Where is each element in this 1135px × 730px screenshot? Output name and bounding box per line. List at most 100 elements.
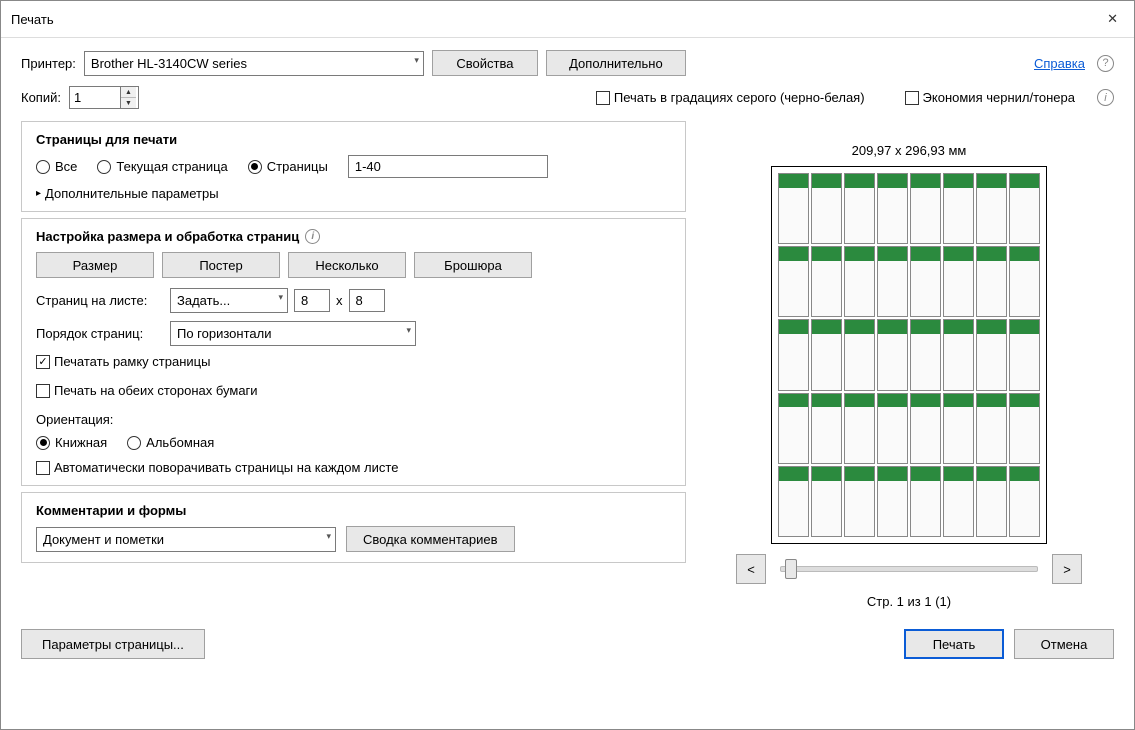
auto-rotate-checkbox[interactable]: Автоматически поворачивать страницы на к… [36, 460, 671, 475]
checkbox-icon [596, 91, 610, 105]
comments-panel: Комментарии и формы Документ и пометки ▾… [21, 492, 686, 563]
radio-icon [97, 160, 111, 174]
grayscale-label: Печать в градациях серого (черно-белая) [614, 90, 865, 105]
next-page-button[interactable]: > [1052, 554, 1082, 584]
preview-thumb [844, 246, 875, 317]
radio-current[interactable]: Текущая страница [97, 159, 227, 174]
panel-title: Комментарии и формы [36, 503, 671, 518]
preview-slider[interactable] [780, 566, 1038, 572]
radio-icon [36, 160, 50, 174]
booklet-tab-button[interactable]: Брошюра [414, 252, 532, 278]
print-preview [771, 166, 1047, 544]
more-options-toggle[interactable]: ▸ Дополнительные параметры [36, 186, 671, 201]
slider-thumb[interactable] [785, 559, 797, 579]
grayscale-checkbox[interactable]: Печать в градациях серого (черно-белая) [596, 90, 865, 105]
preview-thumb [844, 466, 875, 537]
preview-thumb [778, 466, 809, 537]
printer-label: Принтер: [21, 56, 76, 71]
radio-icon [248, 160, 262, 174]
preview-thumb [811, 173, 842, 244]
window-title: Печать [11, 12, 54, 27]
checkbox-icon [905, 91, 919, 105]
copies-input[interactable] [70, 87, 120, 108]
preview-thumb [844, 173, 875, 244]
copies-spinner[interactable]: ▲ ▼ [69, 86, 139, 109]
comments-value: Документ и пометки [43, 532, 164, 547]
duplex-checkbox[interactable]: Печать на обеих сторонах бумаги [36, 383, 671, 398]
radio-all[interactable]: Все [36, 159, 77, 174]
chevron-down-icon: ▾ [278, 292, 283, 303]
radio-portrait[interactable]: Книжная [36, 435, 107, 450]
preview-thumb [976, 319, 1007, 390]
preview-thumb [1009, 173, 1040, 244]
spinner-up-icon[interactable]: ▲ [121, 87, 136, 98]
preview-thumb [910, 319, 941, 390]
per-sheet-value: Задать... [177, 293, 230, 308]
size-tab-button[interactable]: Размер [36, 252, 154, 278]
per-sheet-label: Страниц на листе: [36, 293, 164, 308]
radio-current-label: Текущая страница [116, 159, 227, 174]
prev-page-button[interactable]: < [736, 554, 766, 584]
close-icon[interactable]: ✕ [1101, 9, 1124, 29]
radio-pages[interactable]: Страницы [248, 159, 328, 174]
pages-to-print-panel: Страницы для печати Все Текущая страница… [21, 121, 686, 212]
panel-title: Настройка размера и обработка страниц [36, 229, 299, 244]
landscape-label: Альбомная [146, 435, 214, 450]
ink-save-label: Экономия чернил/тонера [923, 90, 1075, 105]
per-sheet-select[interactable]: Задать... ▾ [170, 288, 288, 313]
preview-thumb [910, 246, 941, 317]
page-handling-panel: Настройка размера и обработка страниц i … [21, 218, 686, 486]
page-order-value: По горизонтали [177, 326, 271, 341]
info-icon[interactable]: i [305, 229, 320, 244]
radio-landscape[interactable]: Альбомная [127, 435, 214, 450]
printer-select-value: Brother HL-3140CW series [91, 56, 247, 71]
print-button[interactable]: Печать [904, 629, 1004, 659]
page-counter: Стр. 1 из 1 (1) [867, 594, 951, 609]
page-order-label: Порядок страниц: [36, 326, 164, 341]
more-options-label: Дополнительные параметры [45, 186, 219, 201]
preview-thumb [1009, 246, 1040, 317]
radio-pages-label: Страницы [267, 159, 328, 174]
preview-thumb [1009, 466, 1040, 537]
comments-select[interactable]: Документ и пометки ▾ [36, 527, 336, 552]
poster-tab-button[interactable]: Постер [162, 252, 280, 278]
radio-icon [127, 436, 141, 450]
preview-thumb [778, 393, 809, 464]
page-setup-button[interactable]: Параметры страницы... [21, 629, 205, 659]
chevron-down-icon: ▾ [414, 55, 419, 66]
checkbox-icon: ✓ [36, 355, 50, 369]
pages-range-input[interactable] [348, 155, 548, 178]
radio-all-label: Все [55, 159, 77, 174]
chevron-down-icon: ▾ [406, 325, 411, 336]
cancel-button[interactable]: Отмена [1014, 629, 1114, 659]
orientation-label: Ориентация: [36, 412, 671, 427]
checkbox-icon [36, 384, 50, 398]
preview-thumb [844, 319, 875, 390]
preview-thumb [778, 319, 809, 390]
help-icon[interactable]: ? [1097, 55, 1114, 72]
preview-thumb [877, 466, 908, 537]
info-icon[interactable]: i [1097, 89, 1114, 106]
preview-thumb [811, 393, 842, 464]
preview-thumb [811, 466, 842, 537]
advanced-button[interactable]: Дополнительно [546, 50, 686, 76]
preview-thumb [877, 319, 908, 390]
preview-thumb [1009, 393, 1040, 464]
preview-thumb [811, 319, 842, 390]
preview-thumb [1009, 319, 1040, 390]
preview-thumb [811, 246, 842, 317]
title-bar: Печать ✕ [1, 1, 1134, 38]
summarize-comments-button[interactable]: Сводка комментариев [346, 526, 515, 552]
multiple-tab-button[interactable]: Несколько [288, 252, 406, 278]
page-order-select[interactable]: По горизонтали ▾ [170, 321, 416, 346]
rows-input[interactable] [349, 289, 385, 312]
auto-rotate-label: Автоматически поворачивать страницы на к… [54, 460, 398, 475]
spinner-down-icon[interactable]: ▼ [121, 98, 136, 108]
properties-button[interactable]: Свойства [432, 50, 538, 76]
printer-select[interactable]: Brother HL-3140CW series ▾ [84, 51, 424, 76]
preview-thumb [976, 246, 1007, 317]
cols-input[interactable] [294, 289, 330, 312]
ink-save-checkbox[interactable]: Экономия чернил/тонера [905, 90, 1075, 105]
help-link[interactable]: Справка [1034, 56, 1085, 71]
print-border-checkbox[interactable]: ✓ Печатать рамку страницы [36, 354, 671, 369]
